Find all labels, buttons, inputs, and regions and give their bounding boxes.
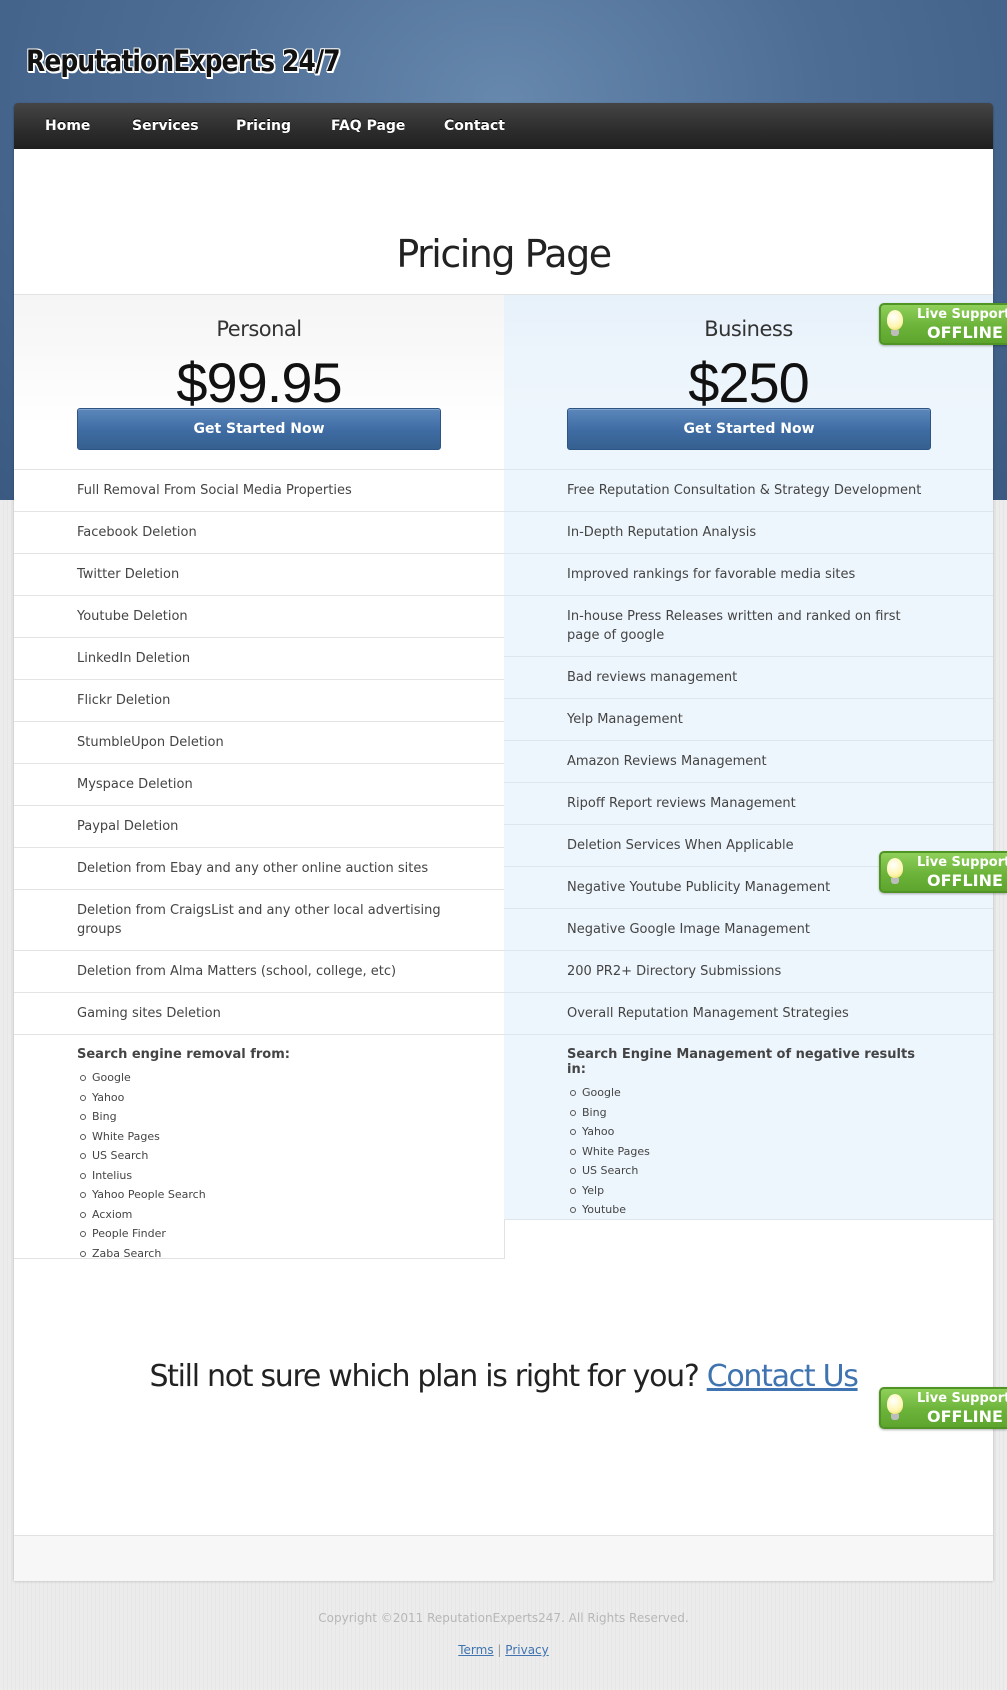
- feature-item: Gaming sites Deletion: [14, 992, 504, 1034]
- main-nav: Home Services Pricing FAQ Page Contact: [14, 103, 993, 149]
- feature-item: In-house Press Releases written and rank…: [504, 595, 993, 656]
- search-engine-item: Acxiom: [80, 1205, 442, 1225]
- lightbulb-icon: [887, 310, 903, 336]
- terms-link[interactable]: Terms: [458, 1643, 493, 1657]
- live-support-label: Live Support: [917, 1391, 1007, 1406]
- search-engine-item: Yelp: [570, 1181, 931, 1201]
- search-engine-item: Yahoo: [570, 1122, 931, 1142]
- search-engine-section: Search engine removal from: Google Yahoo…: [14, 1034, 504, 1263]
- plan-price: $250: [688, 351, 810, 414]
- plan-price: $99.95: [176, 351, 342, 414]
- footer-links: Terms | Privacy: [0, 1643, 1007, 1657]
- feature-item: LinkedIn Deletion: [14, 637, 504, 679]
- container-footer: [14, 1535, 993, 1581]
- search-engine-item: Bing: [570, 1103, 931, 1123]
- copyright-text: Copyright ©2011 ReputationExperts247. Al…: [318, 1611, 689, 1625]
- feature-list: Free Reputation Consultation & Strategy …: [504, 469, 993, 1220]
- nav-contact[interactable]: Contact: [444, 103, 505, 149]
- live-support-label: Live Support: [917, 855, 1007, 870]
- feature-item: Deletion from CraigsList and any other l…: [14, 889, 504, 950]
- feature-list: Full Removal From Social Media Propertie…: [14, 469, 504, 1263]
- feature-item: In-Depth Reputation Analysis: [504, 511, 993, 553]
- feature-item: Paypal Deletion: [14, 805, 504, 847]
- footer-separator: |: [497, 1643, 502, 1657]
- live-support-badge[interactable]: Live Support OFFLINE: [879, 851, 1007, 893]
- bottom-cta-text: Still not sure which plan is right for y…: [149, 1359, 699, 1394]
- live-support-status: OFFLINE: [927, 323, 1003, 342]
- feature-item: StumbleUpon Deletion: [14, 721, 504, 763]
- search-engine-item: Google: [80, 1068, 442, 1088]
- feature-item: Negative Google Image Management: [504, 908, 993, 950]
- lightbulb-icon: [887, 1394, 903, 1420]
- feature-item: Deletion from Ebay and any other online …: [14, 847, 504, 889]
- feature-item: Bad reviews management: [504, 656, 993, 698]
- feature-item: Free Reputation Consultation & Strategy …: [504, 469, 993, 511]
- search-engine-item: US Search: [80, 1146, 442, 1166]
- feature-item: Deletion from Alma Matters (school, coll…: [14, 950, 504, 992]
- feature-item: Improved rankings for favorable media si…: [504, 553, 993, 595]
- feature-item: Flickr Deletion: [14, 679, 504, 721]
- nav-services[interactable]: Services: [132, 103, 199, 149]
- search-engine-item: White Pages: [570, 1142, 931, 1162]
- search-engine-item: Google: [570, 1083, 931, 1103]
- lightbulb-icon: [887, 858, 903, 884]
- live-support-status: OFFLINE: [927, 871, 1003, 890]
- search-engine-list: Google Bing Yahoo White Pages US Search …: [567, 1083, 931, 1220]
- plan-business: Business $250 Get Started Now Free Reput…: [504, 295, 993, 1220]
- feature-item: Overall Reputation Management Strategies: [504, 992, 993, 1034]
- get-started-personal-button[interactable]: Get Started Now: [77, 408, 441, 450]
- search-engine-item: US Search: [570, 1161, 931, 1181]
- plan-personal: Personal $99.95 Get Started Now Full Rem…: [14, 295, 505, 1260]
- nav-home[interactable]: Home: [45, 103, 90, 149]
- feature-item: 200 PR2+ Directory Submissions: [504, 950, 993, 992]
- plan-header: Personal $99.95 Get Started Now: [14, 295, 504, 469]
- get-started-business-button[interactable]: Get Started Now: [567, 408, 931, 450]
- bottom-cta: Still not sure which plan is right for y…: [14, 1359, 993, 1394]
- feature-item: Twitter Deletion: [14, 553, 504, 595]
- feature-item: Myspace Deletion: [14, 763, 504, 805]
- search-engine-item: Bing: [80, 1107, 442, 1127]
- feature-item: Full Removal From Social Media Propertie…: [14, 469, 504, 511]
- search-engine-item: Zaba Search: [80, 1244, 442, 1264]
- main-content: Pricing Page Personal $99.95 Get Started…: [14, 149, 993, 1581]
- search-engine-item: Yahoo People Search: [80, 1185, 442, 1205]
- nav-pricing[interactable]: Pricing: [236, 103, 291, 149]
- plan-name: Personal: [216, 317, 302, 341]
- privacy-link[interactable]: Privacy: [505, 1643, 548, 1657]
- feature-item: Youtube Deletion: [14, 595, 504, 637]
- page-title: Pricing Page: [396, 232, 612, 277]
- nav-faq[interactable]: FAQ Page: [331, 103, 405, 149]
- site-logo[interactable]: ReputationExperts 24/7: [26, 44, 341, 78]
- live-support-badge[interactable]: Live Support OFFLINE: [879, 1387, 1007, 1429]
- search-engine-item: White Pages: [80, 1127, 442, 1147]
- search-engine-list: Google Yahoo Bing White Pages US Search …: [77, 1068, 442, 1263]
- live-support-badge[interactable]: Live Support OFFLINE: [879, 303, 1007, 345]
- search-engine-item: People Finder: [80, 1224, 442, 1244]
- search-engine-item: Yahoo: [80, 1088, 442, 1108]
- feature-item: Yelp Management: [504, 698, 993, 740]
- search-engine-heading: Search Engine Management of negative res…: [567, 1047, 915, 1077]
- search-engine-section: Search Engine Management of negative res…: [504, 1034, 993, 1220]
- live-support-label: Live Support: [917, 307, 1007, 322]
- feature-item: Facebook Deletion: [14, 511, 504, 553]
- feature-item: Amazon Reviews Management: [504, 740, 993, 782]
- feature-item: Ripoff Report reviews Management: [504, 782, 993, 824]
- live-support-status: OFFLINE: [927, 1407, 1003, 1426]
- contact-us-link[interactable]: Contact Us: [707, 1359, 859, 1394]
- search-engine-item: Youtube: [570, 1200, 931, 1220]
- search-engine-heading: Search engine removal from:: [77, 1047, 290, 1062]
- search-engine-item: Intelius: [80, 1166, 442, 1186]
